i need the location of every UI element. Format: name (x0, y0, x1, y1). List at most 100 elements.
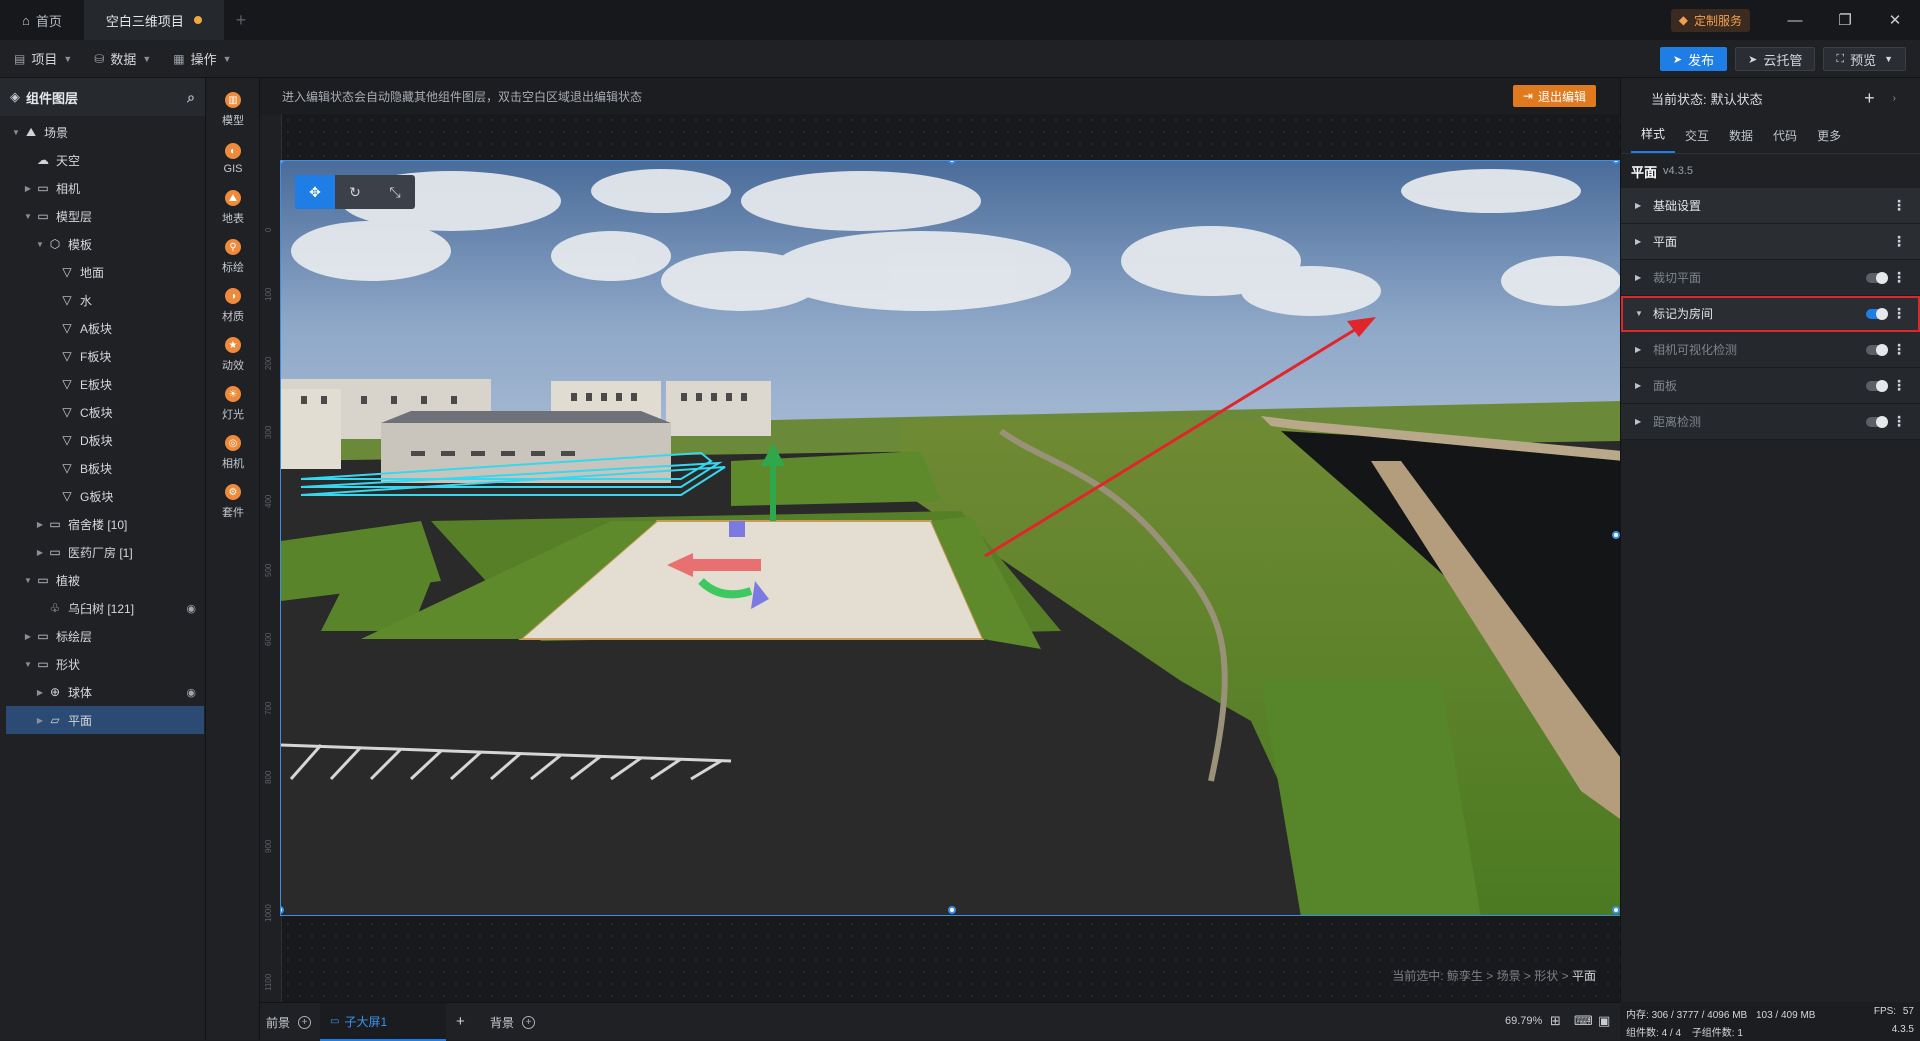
fit-screen-icon[interactable]: ⊞ (1550, 1013, 1561, 1029)
layer-item[interactable]: ▼ ⛰ 场景 (6, 118, 204, 146)
expand-arrow-icon[interactable]: ▼ (22, 660, 34, 669)
terminal-icon[interactable]: ▣ (1598, 1013, 1610, 1029)
tool-light[interactable]: ☀ 灯光 (206, 376, 260, 432)
layer-item[interactable]: ▽ E板块 (6, 370, 204, 398)
layer-item[interactable]: ▶ ▭ 医药厂房 [1] (6, 538, 204, 566)
section-toggle[interactable] (1866, 308, 1888, 320)
eye-hidden-icon[interactable]: ◉ (186, 686, 196, 699)
resize-handle[interactable] (1612, 906, 1620, 914)
layer-item[interactable]: ▽ D板块 (6, 426, 204, 454)
layer-item[interactable]: ▼ ▭ 形状 (6, 650, 204, 678)
more-vertical-icon[interactable]: ⋮ (1892, 197, 1906, 214)
layer-item[interactable]: ▽ G板块 (6, 482, 204, 510)
screen-tab[interactable]: ▭ 子大屏1 (320, 1003, 446, 1041)
layer-item[interactable]: ▼ ⬡ 模板 (6, 230, 204, 258)
layer-item[interactable]: ▶ ▭ 标绘层 (6, 622, 204, 650)
collapse-arrow-icon[interactable]: ▶ (34, 520, 46, 529)
more-vertical-icon[interactable]: ⋮ (1892, 305, 1906, 322)
custom-service-button[interactable]: ◆ 定制服务 (1670, 8, 1750, 32)
expand-arrow-icon[interactable]: ▼ (10, 128, 22, 137)
tool-terrain[interactable]: ⛰ 地表 (206, 180, 260, 236)
tab-project[interactable]: 空白三维项目 (83, 0, 224, 40)
tool-material[interactable]: ◑ 材质 (206, 278, 260, 334)
tool-camera[interactable]: ◎ 相机 (206, 425, 260, 481)
property-section[interactable]: ▶ 基础设置 ⋮ (1621, 188, 1920, 224)
collapse-arrow-icon[interactable]: ▶ (1635, 417, 1647, 426)
add-screen-button[interactable]: + (456, 1013, 465, 1030)
exit-edit-button[interactable]: ⇥ 退出编辑 (1512, 85, 1596, 107)
expand-arrow-icon[interactable]: ▼ (1635, 309, 1647, 318)
layer-item[interactable]: ▼ ▭ 植被 (6, 566, 204, 594)
collapse-arrow-icon[interactable]: ▶ (1635, 273, 1647, 282)
collapse-arrow-icon[interactable]: ▶ (1635, 381, 1647, 390)
cloud-host-button[interactable]: ➤ 云托管 (1735, 47, 1816, 71)
collapse-arrow-icon[interactable]: ▶ (1635, 201, 1647, 210)
collapse-arrow-icon[interactable]: ▶ (1635, 237, 1647, 246)
tool-gis[interactable]: ◐ GIS (206, 131, 260, 187)
minimize-button[interactable]: — (1770, 12, 1820, 29)
layer-item[interactable]: ▶ ▱ 平面 (6, 706, 204, 734)
collapse-arrow-icon[interactable]: ▶ (34, 548, 46, 557)
zoom-level[interactable]: 69.79% (1505, 1015, 1542, 1027)
chevron-down-icon[interactable]: ▼ (1884, 54, 1893, 64)
layer-item[interactable]: ▽ 水 (6, 286, 204, 314)
chevron-right-icon[interactable]: › (1893, 93, 1896, 104)
property-section[interactable]: ▶ 裁切平面 ⋮ (1621, 260, 1920, 296)
expand-arrow-icon[interactable]: ▼ (34, 240, 46, 249)
section-toggle[interactable] (1866, 380, 1888, 392)
eye-hidden-icon[interactable]: ◉ (186, 602, 196, 615)
tab-style[interactable]: 样式 (1631, 125, 1676, 153)
add-foreground-icon[interactable]: + (298, 1015, 312, 1029)
layer-item[interactable]: ▽ A板块 (6, 314, 204, 342)
more-vertical-icon[interactable]: ⋮ (1892, 233, 1906, 250)
close-button[interactable]: ✕ (1870, 11, 1920, 29)
scene-viewport[interactable]: ✥ ↻ ⤡ (280, 160, 1622, 916)
foreground-tab[interactable]: 前景 + (266, 1003, 312, 1041)
tab-interaction[interactable]: 交互 (1675, 127, 1719, 153)
publish-button[interactable]: ➤ 发布 (1659, 47, 1728, 71)
tab-more[interactable]: 更多 (1807, 127, 1851, 153)
layer-item[interactable]: ▽ C板块 (6, 398, 204, 426)
more-vertical-icon[interactable]: ⋮ (1892, 413, 1906, 430)
restore-button[interactable]: ❐ (1820, 11, 1870, 29)
section-toggle[interactable] (1866, 344, 1888, 356)
more-vertical-icon[interactable]: ⋮ (1892, 341, 1906, 358)
tab-code[interactable]: 代码 (1763, 127, 1807, 153)
breadcrumb-item[interactable]: 鲸孪生 (1447, 969, 1483, 983)
tool-effect[interactable]: ★ 动效 (206, 327, 260, 383)
layer-item[interactable]: ▶ ▭ 宿舍楼 [10] (6, 510, 204, 538)
tool-marker[interactable]: ⚲ 标绘 (206, 229, 260, 285)
layer-item[interactable]: ▽ 地面 (6, 258, 204, 286)
resize-handle[interactable] (1612, 531, 1620, 539)
scale-icon[interactable]: ⤡ (375, 175, 415, 209)
property-section[interactable]: ▼ 标记为房间 ⋮ (1621, 296, 1920, 332)
property-section[interactable]: ▶ 距离检测 ⋮ (1621, 404, 1920, 440)
collapse-arrow-icon[interactable]: ▶ (1635, 345, 1647, 354)
layer-item[interactable]: ♧ 乌臼树 [121] ◉ (6, 594, 204, 622)
tool-model[interactable]: ▥ 模型 (206, 82, 260, 138)
layer-item[interactable]: ▽ B板块 (6, 454, 204, 482)
collapse-arrow-icon[interactable]: ▶ (34, 716, 46, 725)
layer-item[interactable]: ▽ F板块 (6, 342, 204, 370)
menu-operation[interactable]: ▦ 操作 ▼ (159, 49, 239, 68)
layer-item[interactable]: ▶ ▭ 相机 (6, 174, 204, 202)
tool-kit[interactable]: ⚙ 套件 (206, 474, 260, 530)
add-background-icon[interactable]: + (522, 1015, 536, 1029)
tab-home[interactable]: ⌂ 首页 (0, 0, 84, 40)
layer-item[interactable]: ▶ ⊕ 球体 ◉ (6, 678, 204, 706)
background-tab[interactable]: 背景 + (490, 1003, 536, 1041)
add-tab-button[interactable]: + (224, 10, 258, 31)
collapse-arrow-icon[interactable]: ▶ (22, 184, 34, 193)
preview-button[interactable]: ⛶ 预览 ▼ (1823, 47, 1906, 71)
rotate-icon[interactable]: ↻ (335, 175, 375, 209)
menu-project[interactable]: ▤ 项目 ▼ (0, 49, 80, 68)
search-icon[interactable]: ⌕ (187, 89, 195, 106)
expand-arrow-icon[interactable]: ▼ (22, 576, 34, 585)
section-toggle[interactable] (1866, 416, 1888, 428)
collapse-arrow-icon[interactable]: ▶ (22, 632, 34, 641)
add-state-button[interactable]: + (1864, 88, 1875, 109)
layer-item[interactable]: ☁ 天空 (6, 146, 204, 174)
breadcrumb-item[interactable]: 形状 (1534, 969, 1558, 983)
resize-handle[interactable] (948, 906, 956, 914)
section-toggle[interactable] (1866, 272, 1888, 284)
